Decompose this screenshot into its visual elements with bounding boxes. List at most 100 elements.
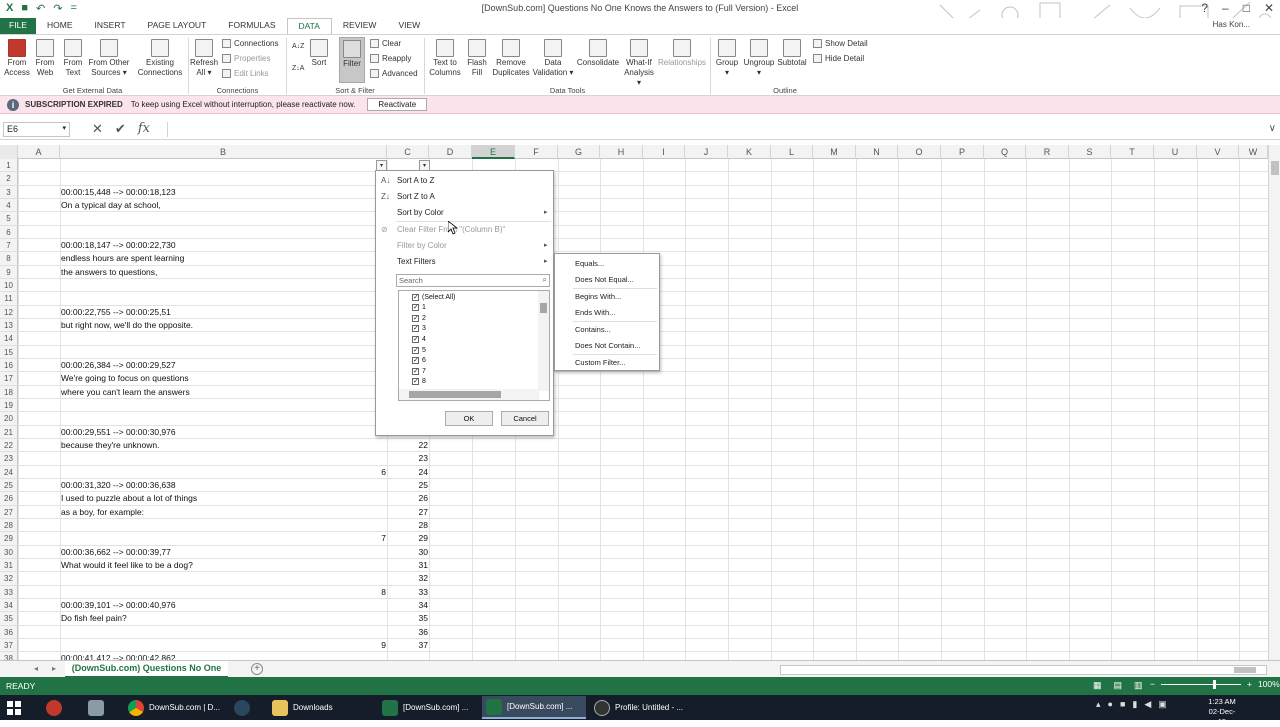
zoom-level[interactable]: 100% <box>1258 679 1280 689</box>
show-detail-button[interactable]: Show Detail <box>813 39 868 48</box>
advanced-filter-button[interactable]: Advanced <box>370 69 418 78</box>
column-header-k[interactable]: K <box>728 145 771 159</box>
row-header[interactable]: 12 <box>0 305 18 319</box>
row-header[interactable]: 26 <box>0 492 18 506</box>
zoom-slider-knob[interactable] <box>1212 679 1216 689</box>
from-web-button[interactable]: From Web <box>32 37 58 78</box>
filter-item[interactable]: ✓ 2 <box>412 313 426 323</box>
consolidate-button[interactable]: Consolidate <box>575 37 621 68</box>
from-text-button[interactable]: From Text <box>60 37 86 78</box>
group-button[interactable]: Group ▾ <box>713 37 741 78</box>
cell-c[interactable]: 25 <box>388 479 428 492</box>
column-header-j[interactable]: J <box>685 145 728 159</box>
filter-item[interactable]: ✓ 8 <box>412 377 426 387</box>
table-row[interactable]: 7 00:00:18,147 --> 00:00:22,730 <box>0 238 1268 253</box>
table-row[interactable]: 33 8 33 <box>0 585 1268 599</box>
table-row[interactable]: 35 Do fish feel pain? 35 <box>0 612 1268 626</box>
table-row[interactable]: 25 00:00:31,320 --> 00:00:36,638 25 <box>0 478 1268 493</box>
user-name[interactable]: Has Kon... <box>1213 20 1250 29</box>
flash-fill-button[interactable]: Flash Fill <box>464 37 490 78</box>
clear-filter-button[interactable]: Clear <box>370 39 401 48</box>
subtotal-button[interactable]: Subtotal <box>776 37 808 68</box>
column-header-p[interactable]: P <box>941 145 984 159</box>
relationships-button[interactable]: Relationships <box>658 37 706 68</box>
tab-formulas[interactable]: FORMULAS <box>217 18 286 34</box>
row-header[interactable]: 28 <box>0 518 18 533</box>
cell-b[interactable]: What would it feel like to be a dog? <box>61 559 193 572</box>
table-row[interactable]: 2100:00:29,551 --> 00:00:30,97621 <box>0 425 1268 439</box>
refresh-all-button[interactable]: Refresh All ▾ <box>190 37 218 78</box>
does-not-contain-item[interactable]: Does Not Contain... <box>575 341 640 350</box>
horizontal-scrollbar[interactable] <box>780 665 1267 675</box>
tray-icon[interactable]: ■ <box>1120 699 1125 710</box>
name-box-dropdown-icon[interactable]: ▾ <box>62 124 66 132</box>
reapply-button[interactable]: Reapply <box>370 54 411 63</box>
row-header[interactable]: 30 <box>0 545 18 559</box>
cell-b-number[interactable]: 6 <box>60 466 386 479</box>
tray-icon[interactable]: ▴ <box>1096 699 1101 710</box>
row-header[interactable]: 15 <box>0 345 18 359</box>
table-row[interactable]: 31 What would it feel like to be a dog? 31 <box>0 558 1268 573</box>
what-if-analysis-button[interactable]: What-If Analysis ▾ <box>621 37 657 88</box>
column-header-l[interactable]: L <box>771 145 813 159</box>
table-row[interactable]: 23 23 <box>0 452 1268 466</box>
taskbar-excel-2[interactable]: [DownSub.com] ... <box>482 696 586 719</box>
column-header-v[interactable]: V <box>1197 145 1239 159</box>
page-break-view-icon[interactable]: ▥ <box>1134 680 1143 691</box>
cell-b-number[interactable]: 7 <box>60 532 386 545</box>
vertical-scrollbar[interactable] <box>1268 145 1280 660</box>
sort-button[interactable]: Sort <box>306 37 332 68</box>
data-validation-button[interactable]: Data Validation ▾ <box>531 37 575 78</box>
table-row[interactable]: 26 I used to puzzle about a lot of things… <box>0 492 1268 506</box>
row-header[interactable]: 10 <box>0 278 18 293</box>
row-header[interactable]: 8 <box>0 252 18 266</box>
checkbox-icon[interactable]: ✓ <box>412 335 419 343</box>
list-horizontal-scrollbar[interactable] <box>399 389 539 400</box>
sort-a-to-z-item[interactable]: Sort A to Z <box>397 176 434 185</box>
row-header[interactable]: 7 <box>0 238 18 253</box>
horizontal-scroll-thumb[interactable] <box>1234 667 1256 673</box>
table-row[interactable]: 38 00:00:41,412 --> 00:00:42,862 <box>0 652 1268 660</box>
filter-item[interactable]: ✓ 3 <box>412 324 426 334</box>
cell-b[interactable]: but right now, we'll do the opposite. <box>61 319 193 332</box>
row-header[interactable]: 19 <box>0 398 18 413</box>
cell-b[interactable]: We're going to focus on questions <box>61 372 189 385</box>
table-row[interactable]: 6 <box>0 225 1268 239</box>
custom-filter-item[interactable]: Custom Filter... <box>575 358 625 367</box>
table-row[interactable]: 2 <box>0 172 1268 186</box>
checkbox-icon[interactable]: ✓ <box>412 367 419 375</box>
column-header-i[interactable]: I <box>643 145 685 159</box>
taskbar-app-1[interactable] <box>42 696 70 719</box>
cell-b[interactable]: I used to puzzle about a lot of things <box>61 492 197 505</box>
prev-sheet-icon[interactable]: ◂ <box>34 664 38 673</box>
cell-b[interactable]: 00:00:22,755 --> 00:00:25,51 <box>61 306 171 319</box>
row-header[interactable]: 37 <box>0 638 18 653</box>
start-button[interactable] <box>2 696 36 719</box>
table-row[interactable]: 27 as a boy, for example: 27 <box>0 505 1268 519</box>
row-header[interactable]: 14 <box>0 332 18 346</box>
cell-c[interactable]: 35 <box>388 612 428 625</box>
cell-c[interactable]: 26 <box>388 492 428 505</box>
row-header[interactable]: 22 <box>0 438 18 453</box>
cell-c[interactable]: 24 <box>388 466 428 479</box>
checkbox-icon[interactable]: ✓ <box>412 357 419 365</box>
row-header[interactable]: 31 <box>0 558 18 573</box>
row-header[interactable]: 32 <box>0 572 18 586</box>
table-row[interactable]: 37 9 37 <box>0 638 1268 653</box>
column-header-q[interactable]: Q <box>984 145 1026 159</box>
enter-icon[interactable]: ✔ <box>115 121 126 137</box>
row-header[interactable]: 4 <box>0 198 18 213</box>
cell-c[interactable]: 27 <box>388 506 428 519</box>
column-header-b[interactable]: B <box>60 145 387 159</box>
row-header[interactable]: 34 <box>0 598 18 613</box>
filter-values-list[interactable]: ✓ (Select All) ✓ 1 ✓ 2 ✓ 3 ✓ 4 ✓ 5 ✓ 6 ✓ 7 ✓ 8 <box>398 290 550 401</box>
sort-ascending-button[interactable]: A↓Z <box>292 43 304 50</box>
zoom-in-icon[interactable]: + <box>1247 679 1252 689</box>
equals-item[interactable]: Equals... <box>575 259 604 268</box>
filter-item[interactable]: ✓ 4 <box>412 334 426 344</box>
text-filters-item[interactable]: Text Filters ▸ <box>397 257 552 266</box>
row-header[interactable]: 2 <box>0 172 18 186</box>
row-header[interactable]: 6 <box>0 225 18 239</box>
row-header[interactable]: 3 <box>0 185 18 199</box>
cell-b[interactable]: 00:00:15,448 --> 00:00:18,123 <box>61 186 176 199</box>
